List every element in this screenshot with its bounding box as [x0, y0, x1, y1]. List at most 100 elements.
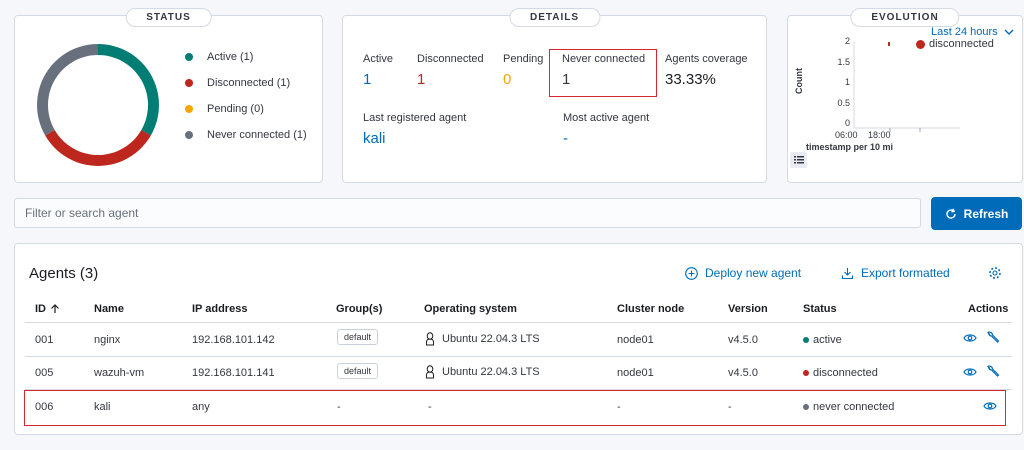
stat-active: Active 1	[363, 53, 393, 88]
details-panel: DETAILS Active 1 Disconnected 1 Pending …	[342, 8, 767, 183]
os-label: Ubuntu 22.04.3 LTS	[442, 366, 540, 378]
cell-group: -	[337, 401, 341, 413]
status-donut-chart	[37, 44, 159, 166]
y-tick: 1	[844, 77, 850, 87]
status-label: active	[813, 334, 842, 346]
search-input[interactable]	[14, 198, 921, 228]
agents-panel: Agents (3) Deploy new agent Export forma…	[14, 243, 1023, 435]
list-icon	[793, 156, 804, 164]
column-header-version[interactable]: Version	[728, 303, 768, 315]
os-label: Ubuntu 22.04.3 LTS	[442, 333, 540, 345]
stat-pending: Pending 0	[503, 53, 543, 88]
arrow-up-icon	[51, 304, 59, 313]
gear-icon	[989, 267, 1001, 279]
column-header-ip-address[interactable]: IP address	[192, 303, 247, 315]
pending-dot-icon	[185, 105, 193, 113]
column-header-name[interactable]: Name	[94, 303, 124, 315]
cell-id: 006	[35, 401, 54, 413]
column-header-operating-system[interactable]: Operating system	[424, 303, 517, 315]
cell-ip: 192.168.101.142	[192, 334, 275, 346]
time-range-label: Last 24 hours	[931, 26, 998, 38]
column-header-groups[interactable]: Group(s)	[336, 303, 382, 315]
agents-title: Agents (3)	[29, 265, 99, 282]
stat-never-connected: Never connected 1	[562, 53, 645, 88]
cell-id: 001	[35, 334, 54, 346]
never-connected-dot-icon	[185, 131, 193, 139]
status-dot-icon	[803, 337, 809, 344]
view-agent-button[interactable]	[963, 332, 977, 344]
status-dot-icon	[803, 404, 809, 411]
y-tick: 0.5	[837, 98, 850, 108]
wrench-icon	[987, 365, 1000, 377]
legend-label: Never connected (1)	[207, 129, 307, 141]
evolution-badge: EVOLUTION	[850, 8, 960, 27]
stat-value[interactable]: 1	[562, 71, 645, 88]
status-legend: Active (1) Disconnected (1) Pending (0) …	[185, 44, 307, 148]
cell-ip: any	[192, 401, 210, 413]
cell-os: Ubuntu 22.04.3 LTS	[424, 332, 540, 346]
x-axis-label: timestamp per 10 mi	[806, 142, 894, 152]
column-label: ID	[35, 303, 46, 315]
y-axis-label: Count	[794, 68, 804, 94]
cell-os: Ubuntu 22.04.3 LTS	[424, 365, 540, 379]
stat-label: Pending	[503, 53, 544, 65]
status-label: never connected	[813, 401, 895, 413]
refresh-icon	[946, 208, 956, 219]
deploy-new-agent-button[interactable]: Deploy new agent	[685, 266, 801, 280]
view-agent-button[interactable]	[963, 366, 977, 378]
legend-item-active[interactable]: Active (1)	[185, 44, 307, 70]
cell-status: disconnected	[803, 367, 878, 379]
row-divider	[25, 356, 1012, 357]
cell-node: node01	[617, 367, 654, 379]
group-badge[interactable]: default	[337, 329, 379, 345]
x-tick: 18:00	[868, 130, 891, 140]
stat-label: Never connected	[562, 53, 646, 65]
x-tick: 06:00	[835, 130, 858, 140]
export-formatted-button[interactable]: Export formatted	[841, 266, 950, 280]
stat-value[interactable]: 1	[417, 71, 484, 88]
linux-icon	[425, 332, 435, 346]
legend-label: Active (1)	[207, 51, 254, 63]
stat-last-registered: Last registered agent kali	[363, 112, 466, 147]
status-label: disconnected	[813, 367, 878, 379]
table-settings-button[interactable]	[988, 266, 1002, 280]
legend-label: Disconnected (1)	[207, 77, 291, 89]
legend-item-never-connected[interactable]: Never connected (1)	[185, 122, 307, 148]
legend-item-pending[interactable]: Pending (0)	[185, 96, 307, 122]
configure-agent-button[interactable]	[986, 364, 1000, 378]
stat-most-active: Most active agent -	[563, 112, 649, 147]
data-point-disconnected[interactable]	[888, 42, 890, 46]
time-range-selector[interactable]: Last 24 hours	[931, 26, 1014, 38]
stat-value[interactable]: 1	[363, 71, 393, 88]
column-header-cluster-node[interactable]: Cluster node	[617, 303, 684, 315]
stat-label: Disconnected	[417, 53, 484, 65]
cell-version: v4.5.0	[728, 334, 758, 346]
last-registered-agent-link[interactable]: kali	[363, 130, 466, 147]
legend-item-disconnected[interactable]: Disconnected (1)	[185, 70, 307, 96]
refresh-label: Refresh	[963, 206, 1009, 221]
configure-agent-button[interactable]	[986, 330, 1000, 344]
column-header-status[interactable]: Status	[803, 303, 837, 315]
view-agent-button[interactable]	[983, 400, 997, 412]
cell-status: active	[803, 334, 842, 346]
column-header-actions: Actions	[968, 303, 1009, 315]
group-badge[interactable]: default	[337, 363, 379, 379]
stat-value: -	[563, 130, 568, 147]
stat-agents-coverage: Agents coverage 33.33%	[665, 53, 748, 88]
cell-ip: 192.168.101.141	[192, 367, 275, 379]
legend-label: Pending (0)	[207, 103, 264, 115]
cell-node: -	[617, 401, 621, 413]
column-header-id[interactable]: ID	[35, 303, 60, 315]
y-tick: 0	[844, 118, 850, 128]
eye-icon	[963, 368, 977, 376]
stat-value[interactable]: 0	[503, 71, 543, 88]
refresh-button[interactable]: Refresh	[931, 197, 1022, 230]
chevron-down-icon	[1004, 29, 1014, 35]
deploy-label: Deploy new agent	[705, 266, 802, 280]
export-label: Export formatted	[861, 266, 950, 280]
cell-status: never connected	[803, 401, 894, 413]
stat-label: Last registered agent	[363, 112, 467, 124]
stat-label: Agents coverage	[665, 53, 748, 65]
cell-os: -	[428, 401, 432, 413]
list-view-button[interactable]	[790, 152, 807, 168]
